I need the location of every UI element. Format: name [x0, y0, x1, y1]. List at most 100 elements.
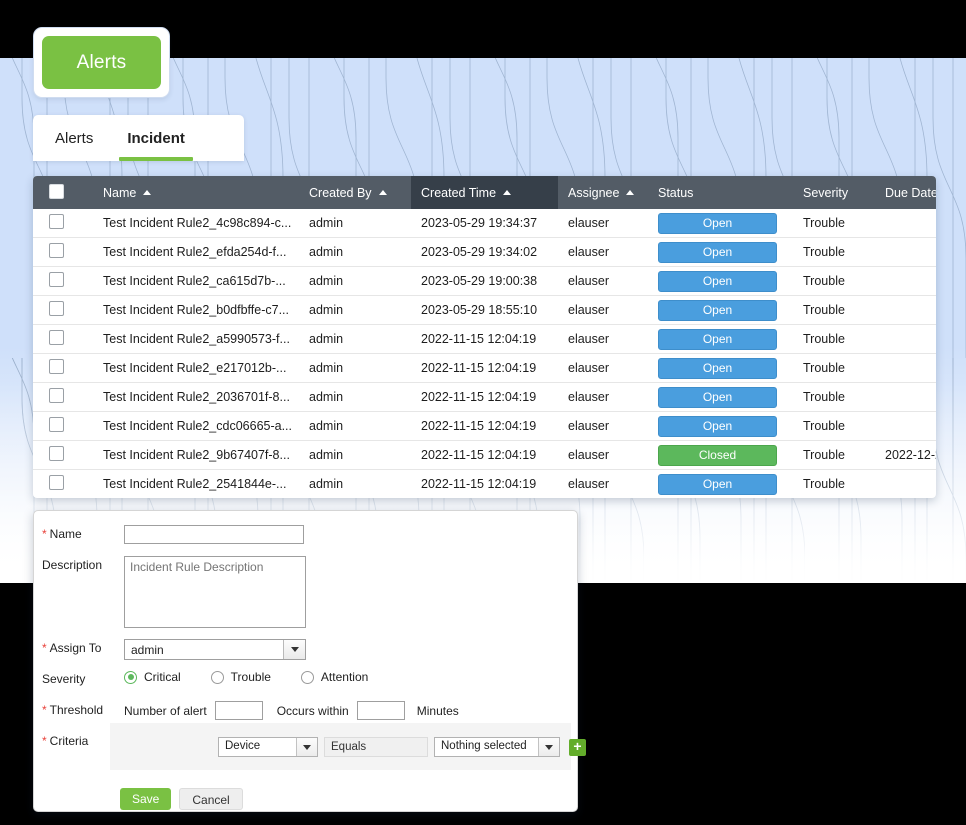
row-select-cell[interactable] — [33, 209, 93, 238]
severity-radio-trouble[interactable]: Trouble — [210, 670, 271, 684]
chevron-down-icon — [296, 738, 317, 756]
status-badge[interactable]: Open — [658, 328, 777, 350]
column-header-name[interactable]: Name — [93, 176, 299, 209]
save-button[interactable]: Save — [120, 788, 172, 810]
severity-option-label: Trouble — [230, 670, 271, 684]
cell-severity: Trouble — [793, 295, 875, 325]
status-badge[interactable]: Open — [658, 415, 777, 437]
cell-status: Open — [648, 237, 793, 267]
status-badge[interactable]: Open — [658, 299, 777, 321]
description-textarea[interactable] — [124, 556, 306, 628]
row-checkbox[interactable] — [49, 388, 64, 403]
select-all-checkbox[interactable] — [49, 183, 64, 199]
cell-name-text: Test Incident Rule2_e217012b-... — [103, 361, 287, 375]
cell-created-by-text: admin — [309, 303, 344, 317]
row-select-cell[interactable] — [33, 324, 93, 354]
table-row[interactable]: Test Incident Rule2_4c98c894-c... admin 20… — [33, 209, 936, 238]
criteria-panel: Device Equals Nothing selected + — [110, 723, 586, 770]
cell-status: Open — [648, 209, 793, 238]
tab-incident[interactable]: Incident — [113, 115, 199, 161]
column-header-severity[interactable]: Severity — [793, 176, 875, 209]
cell-created-by: admin — [299, 237, 411, 267]
criteria-target-select[interactable]: Nothing selected — [434, 737, 560, 757]
radio-icon[interactable] — [124, 670, 137, 684]
radio-icon[interactable] — [300, 670, 314, 684]
row-select-cell[interactable] — [33, 295, 93, 325]
row-checkbox[interactable] — [49, 417, 64, 432]
severity-radio-group: Critical Trouble Attention — [124, 670, 398, 684]
row-select-cell[interactable] — [33, 382, 93, 412]
table-row[interactable]: Test Incident Rule2_b0dfbffe-c7... admin 2… — [33, 295, 936, 325]
severity-radio-attention[interactable]: Attention — [300, 670, 368, 684]
row-checkbox[interactable] — [49, 359, 64, 374]
status-badge[interactable]: Open — [658, 473, 777, 495]
cell-assignee-text: elauser — [568, 216, 609, 230]
criteria-operator-value: Equals — [331, 741, 367, 753]
table-row[interactable]: Test Incident Rule2_2541844e-... admin 202… — [33, 470, 936, 499]
cancel-button[interactable]: Cancel — [179, 788, 243, 810]
table-row[interactable]: Test Incident Rule2_efda254d-f... admin 20… — [33, 237, 936, 267]
column-header-assignee[interactable]: Assignee — [558, 176, 648, 209]
tab-alerts[interactable]: Alerts — [33, 115, 113, 161]
row-select-cell[interactable] — [33, 470, 93, 499]
row-checkbox[interactable] — [49, 330, 64, 345]
cell-created-time-text: 2022-11-15 12:04:19 — [421, 419, 537, 433]
severity-radio-critical[interactable]: Critical — [124, 670, 181, 684]
row-checkbox[interactable] — [49, 243, 64, 258]
cell-created-time-text: 2022-11-15 12:04:19 — [421, 332, 537, 346]
table-row[interactable]: Test Incident Rule2_2036701f-8... admin 20… — [33, 382, 936, 412]
table-row[interactable]: Test Incident Rule2_cdc06665-a... admin 20… — [33, 411, 936, 441]
radio-icon[interactable] — [210, 670, 224, 684]
cell-created-time-text: 2023-05-29 19:34:37 — [421, 216, 538, 230]
table-row[interactable]: Test Incident Rule2_9b67407f-8... admin 20… — [33, 440, 936, 470]
cell-created-by: admin — [299, 470, 411, 499]
column-header-due-date[interactable]: Due Date — [875, 176, 936, 209]
cell-severity-text: Trouble — [803, 245, 845, 259]
column-header-select-all[interactable] — [33, 176, 93, 209]
table-row[interactable]: Test Incident Rule2_ca615d7b-... admin 202… — [33, 266, 936, 296]
row-select-cell[interactable] — [33, 440, 93, 470]
cell-assignee: elauser — [558, 266, 648, 296]
form-row-description: Description — [42, 556, 306, 628]
table-row[interactable]: Test Incident Rule2_e217012b-... admin 202… — [33, 353, 936, 383]
cell-name-text: Test Incident Rule2_cdc06665-a... — [103, 419, 293, 433]
column-header-status[interactable]: Status — [648, 176, 793, 209]
add-criteria-button[interactable]: + — [569, 738, 586, 756]
row-checkbox[interactable] — [49, 214, 64, 229]
status-badge[interactable]: Open — [658, 270, 777, 292]
alerts-button[interactable]: Alerts — [42, 36, 161, 89]
threshold-count-input[interactable] — [214, 701, 263, 720]
row-select-cell[interactable] — [33, 353, 93, 383]
cell-assignee: elauser — [558, 440, 648, 470]
row-checkbox[interactable] — [49, 301, 64, 316]
cell-created-time: 2022-11-15 12:04:19 — [411, 353, 558, 383]
row-checkbox[interactable] — [49, 475, 64, 490]
save-button-label: Save — [132, 792, 160, 806]
row-checkbox[interactable] — [49, 272, 64, 287]
status-badge[interactable]: Open — [658, 386, 777, 408]
status-badge[interactable]: Closed — [658, 444, 777, 466]
cell-due-date — [875, 353, 936, 383]
alerts-button-label: Alerts — [76, 51, 127, 73]
row-checkbox[interactable] — [49, 446, 64, 461]
name-input[interactable] — [124, 525, 304, 544]
criteria-field-select[interactable]: Device — [218, 737, 318, 757]
cell-created-by-text: admin — [309, 477, 344, 491]
cell-created-by: admin — [299, 382, 411, 412]
status-badge[interactable]: Open — [658, 212, 777, 234]
row-select-cell[interactable] — [33, 411, 93, 441]
cell-created-by: admin — [299, 411, 411, 441]
threshold-within-input[interactable] — [356, 701, 405, 720]
status-badge[interactable]: Open — [658, 241, 777, 263]
column-header-created-by[interactable]: Created By — [299, 176, 411, 209]
criteria-label-text: Criteria — [49, 734, 89, 748]
status-badge[interactable]: Open — [658, 357, 777, 379]
row-select-cell[interactable] — [33, 237, 93, 267]
column-header-created-by-label: Created By — [309, 185, 372, 200]
column-header-created-time[interactable]: Created Time — [411, 176, 558, 209]
assign-to-select[interactable]: admin — [124, 639, 306, 660]
row-select-cell[interactable] — [33, 266, 93, 296]
cell-severity-text: Trouble — [803, 361, 845, 375]
threshold-field-label: * Threshold — [42, 701, 124, 717]
table-row[interactable]: Test Incident Rule2_a5990573-f... admin 20… — [33, 324, 936, 354]
